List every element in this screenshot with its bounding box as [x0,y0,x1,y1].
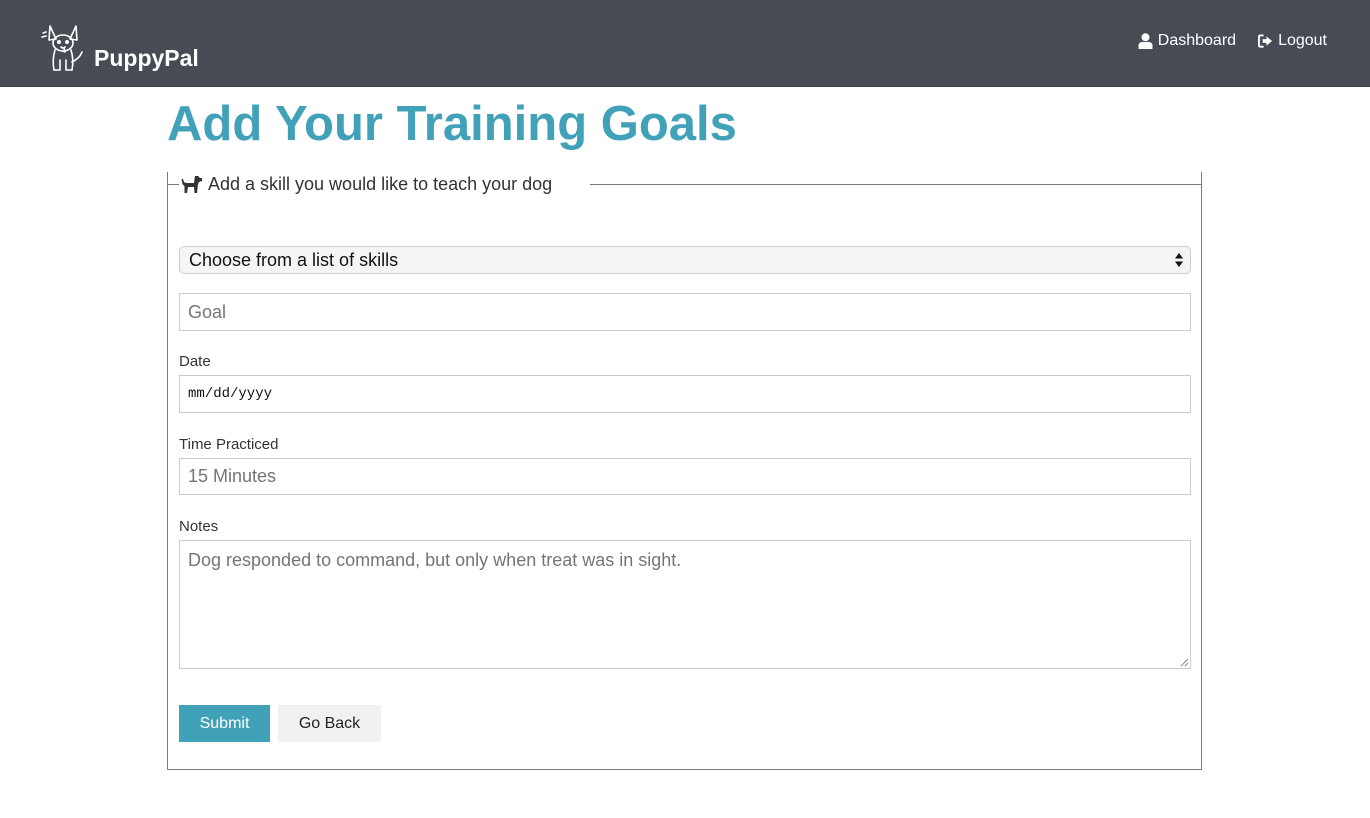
form-legend: Add a skill you would like to teach your… [181,172,555,196]
fieldset-border-right [590,184,1202,185]
brand-link[interactable]: PuppyPal [40,14,199,74]
time-practiced-input[interactable]: 15 Minutes [179,458,1191,495]
logout-label: Logout [1278,32,1327,49]
notes-label: Notes [179,518,219,535]
goal-input[interactable]: Goal [179,293,1191,331]
page-title: Add Your Training Goals [167,97,737,151]
sign-out-icon [1258,34,1273,48]
dashboard-label: Dashboard [1157,32,1237,49]
fieldset-border-left [167,184,179,185]
dog-icon [181,175,202,193]
date-label: Date [179,353,211,370]
time-placeholder: 15 Minutes [188,466,277,486]
date-input[interactable]: mm/dd/yyyy [179,375,1191,413]
nav-links: Dashboard Logout [1116,32,1327,50]
training-goal-form: Add a skill you would like to teach your… [167,172,1202,770]
skill-select[interactable]: Choose from a list of skills [179,246,1191,274]
go-back-button[interactable]: Go Back [278,705,381,742]
nav-dashboard-link[interactable]: Dashboard [1138,32,1236,50]
submit-button[interactable]: Submit [179,705,270,742]
legend-text: Add a skill you would like to teach your… [208,173,553,194]
notes-textarea[interactable]: Dog responded to command, but only when … [179,540,1191,669]
goal-placeholder: Goal [188,301,227,322]
puppy-logo-icon [41,25,83,71]
skill-select-value: Choose from a list of skills [189,249,399,270]
resize-grip-icon[interactable] [1180,658,1189,667]
notes-placeholder: Dog responded to command, but only when … [188,550,682,570]
select-arrows-icon [1175,253,1183,267]
navbar: PuppyPal Dashboard Logout [0,0,1370,87]
time-practiced-label: Time Practiced [179,436,279,453]
nav-logout-link[interactable]: Logout [1258,32,1327,50]
brand-name: PuppyPal [94,45,199,71]
date-placeholder: mm/dd/yyyy [188,386,273,402]
user-icon [1138,33,1153,49]
